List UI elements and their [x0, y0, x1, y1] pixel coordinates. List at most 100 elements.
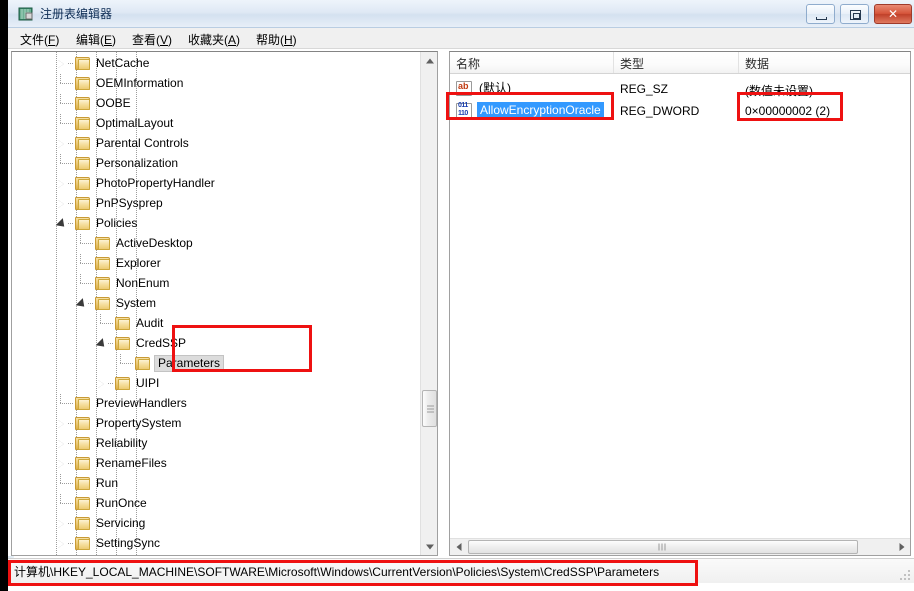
collapse-arrow-icon[interactable] [56, 219, 67, 230]
registry-tree: NetCache OEMInformation OOBE OptimalLayout P… [12, 52, 422, 555]
tree-item-audit[interactable]: Audit [12, 314, 422, 334]
registry-tree-pane[interactable]: NetCache OEMInformation OOBE OptimalLayout P… [11, 51, 438, 556]
tree-item-parental-controls[interactable]: Parental Controls [12, 134, 422, 154]
tree-item-netcache[interactable]: NetCache [12, 54, 422, 74]
tree-connector [60, 163, 74, 164]
menu-edit[interactable]: 编辑(E) [70, 30, 122, 47]
folder-icon [95, 297, 110, 310]
maximize-button[interactable] [840, 4, 869, 24]
tree-item-renamefiles[interactable]: RenameFiles [12, 454, 422, 474]
tree-item-parameters[interactable]: Parameters [12, 354, 422, 374]
expand-arrow-icon[interactable] [56, 439, 67, 450]
tree-connector [80, 234, 81, 244]
expand-arrow-icon[interactable] [56, 139, 67, 150]
chevron-up-icon [425, 58, 434, 63]
column-header-data[interactable]: 数据 [739, 52, 910, 73]
expand-arrow-icon[interactable] [56, 199, 67, 210]
tree-item-credssp[interactable]: CredSSP [12, 334, 422, 354]
value-name: AllowEncryptionOracle [477, 102, 604, 119]
values-horizontal-scrollbar[interactable] [450, 538, 910, 555]
tree-item-system[interactable]: System [12, 294, 422, 314]
expand-arrow-icon[interactable] [56, 419, 67, 430]
tree-item-label: Run [96, 476, 119, 490]
tree-connector [60, 474, 61, 484]
minimize-button[interactable] [806, 4, 835, 24]
registry-path-text: 计算机\HKEY_LOCAL_MACHINE\SOFTWARE\Microsof… [14, 565, 660, 579]
tree-connector [60, 483, 74, 484]
menu-favorites[interactable]: 收藏夹(A) [182, 30, 246, 47]
tree-item-servicing[interactable]: Servicing [12, 514, 422, 534]
tree-item-label: RenameFiles [96, 456, 167, 470]
tree-item-runonce[interactable]: RunOnce [12, 494, 422, 514]
tree-item-activedesktop[interactable]: ActiveDesktop [12, 234, 422, 254]
scroll-thumb-grip [427, 405, 434, 412]
expand-arrow-icon[interactable] [56, 519, 67, 530]
tree-item-oeminformation[interactable]: OEMInformation [12, 74, 422, 94]
column-header-name[interactable]: 名称 [450, 52, 614, 73]
tree-item-setup[interactable]: Setup [12, 554, 422, 555]
folder-icon [75, 77, 90, 90]
tree-scroll-thumb[interactable] [422, 390, 437, 427]
tree-item-label: Parameters [154, 355, 225, 372]
values-scroll-thumb[interactable] [468, 540, 858, 554]
title-bar: 注册表编辑器 ✕ [8, 0, 914, 28]
registry-editor-icon [18, 7, 33, 21]
tree-vertical-scrollbar[interactable] [420, 52, 437, 555]
expand-arrow-icon[interactable] [96, 379, 107, 390]
tree-item-photopropertyhandler[interactable]: PhotoPropertyHandler [12, 174, 422, 194]
expand-arrow-icon[interactable] [56, 59, 67, 70]
tree-item-run[interactable]: Run [12, 474, 422, 494]
table-row[interactable]: AllowEncryptionOracle REG_DWORD 0×000000… [450, 100, 910, 122]
scroll-up-button[interactable] [421, 52, 437, 69]
tree-connector [60, 83, 74, 84]
tree-item-optimallayout[interactable]: OptimalLayout [12, 114, 422, 134]
tree-item-label: UIPI [136, 376, 160, 390]
menu-help[interactable]: 帮助(H) [250, 30, 303, 47]
tree-item-label: Audit [136, 316, 164, 330]
tree-connector [60, 154, 61, 164]
close-button[interactable]: ✕ [874, 4, 912, 24]
scroll-thumb-grip [658, 543, 668, 551]
tree-item-reliability[interactable]: Reliability [12, 434, 422, 454]
folder-icon [95, 237, 110, 250]
tree-item-nonenum[interactable]: NonEnum [12, 274, 422, 294]
menu-file[interactable]: 文件(F) [14, 30, 65, 47]
tree-item-label: ActiveDesktop [116, 236, 193, 250]
tree-connector [68, 143, 74, 144]
collapse-arrow-icon[interactable] [96, 339, 107, 350]
tree-item-pnpsysprep[interactable]: PnPSysprep [12, 194, 422, 214]
table-row[interactable]: (默认) REG_SZ (数值未设置) [450, 78, 910, 100]
value-data: (数值未设置) [745, 84, 813, 98]
chevron-down-icon [425, 544, 434, 549]
tree-item-explorer[interactable]: Explorer [12, 254, 422, 274]
tree-item-propertysystem[interactable]: PropertySystem [12, 414, 422, 434]
pane-splitter[interactable] [439, 51, 449, 556]
scroll-down-button[interactable] [421, 538, 437, 555]
tree-connector [60, 94, 61, 104]
registry-values-pane[interactable]: 名称 类型 数据 (默认) REG_SZ (数值未设置) AllowEncryp… [449, 51, 911, 556]
folder-icon [75, 97, 90, 110]
tree-connector [120, 354, 121, 364]
scroll-right-button[interactable] [893, 539, 910, 555]
tree-item-uipi[interactable]: UIPI [12, 374, 422, 394]
tree-item-label: Explorer [116, 256, 161, 270]
expand-arrow-icon[interactable] [56, 179, 67, 190]
tree-connector [68, 63, 74, 64]
tree-item-policies[interactable]: Policies [12, 214, 422, 234]
expand-arrow-icon[interactable] [56, 459, 67, 470]
folder-icon [75, 157, 90, 170]
tree-connector [80, 243, 94, 244]
tree-item-settingsync[interactable]: SettingSync [12, 534, 422, 554]
menu-view[interactable]: 查看(V) [126, 30, 178, 47]
scroll-left-button[interactable] [450, 539, 467, 555]
resize-grip[interactable] [899, 569, 911, 581]
tree-item-previewhandlers[interactable]: PreviewHandlers [12, 394, 422, 414]
collapse-arrow-icon[interactable] [76, 299, 87, 310]
column-header-type[interactable]: 类型 [614, 52, 739, 73]
folder-icon [75, 437, 90, 450]
folder-icon [75, 397, 90, 410]
tree-item-oobe[interactable]: OOBE [12, 94, 422, 114]
tree-item-personalization[interactable]: Personalization [12, 154, 422, 174]
folder-icon [75, 177, 90, 190]
expand-arrow-icon[interactable] [56, 539, 67, 550]
